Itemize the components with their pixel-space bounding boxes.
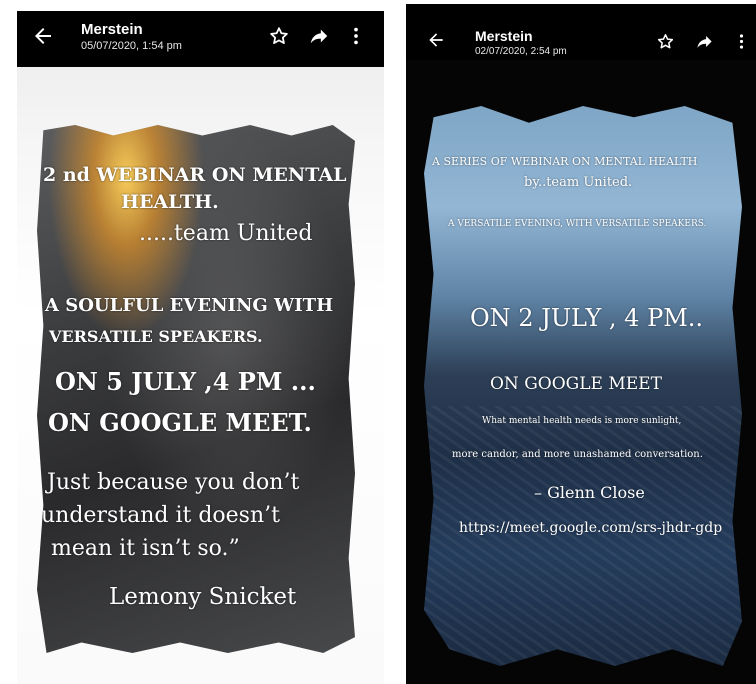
sender-name: Merstein — [81, 21, 143, 38]
poster-quote-line2: understand it doesn’t — [41, 503, 280, 528]
road-texture — [424, 406, 742, 666]
poster-link[interactable]: https://meet.google.com/srs-jhdr-gdp — [459, 520, 722, 536]
message-viewer-left: Merstein 05/07/2020, 1:54 pm 2 nd WEBINA… — [17, 11, 384, 684]
star-outline-icon[interactable] — [268, 25, 290, 47]
sender-name: Merstein — [475, 28, 533, 44]
poster-speakers: VERSATILE SPEAKERS. — [49, 327, 263, 346]
poster-quote-line1: Just because you don’t — [47, 470, 300, 495]
poster-title-line2: HEALTH. — [121, 191, 219, 213]
message-timestamp: 05/07/2020, 1:54 pm — [81, 40, 182, 52]
star-outline-icon[interactable] — [656, 32, 675, 51]
header-titles: Merstein 05/07/2020, 1:54 pm — [81, 21, 182, 53]
poster-date: ON 2 JULY , 4 PM.. — [470, 304, 704, 332]
arrow-back-icon[interactable] — [31, 24, 55, 48]
header-titles: Merstein 02/07/2020, 2:54 pm — [475, 27, 567, 59]
poster-author: Lemony Snicket — [109, 584, 297, 610]
more-vert-icon[interactable] — [732, 32, 751, 51]
poster-team: .....team United — [139, 221, 313, 246]
image-canvas[interactable]: 2 nd WEBINAR ON MENTAL HEALTH. .....team… — [17, 67, 384, 684]
poster-quote-line3: mean it isn’t so.” — [51, 536, 240, 561]
arrow-back-icon[interactable] — [426, 30, 446, 50]
share-arrow-icon[interactable] — [695, 32, 714, 51]
poster-evening: A VERSATILE EVENING, WITH VERSATILE SPEA… — [448, 219, 707, 229]
poster-series: A SERIES OF WEBINAR ON MENTAL HEALTH — [432, 155, 698, 168]
poster-team: by..team United. — [524, 175, 633, 190]
poster-date: ON 5 JULY ,4 PM ... — [55, 367, 316, 396]
more-vert-icon[interactable] — [345, 25, 367, 47]
poster-image: A SERIES OF WEBINAR ON MENTAL HEALTH by.… — [424, 106, 742, 666]
poster-platform: ON GOOGLE MEET. — [48, 408, 312, 437]
share-arrow-icon[interactable] — [308, 25, 330, 47]
poster-title-line1: 2 nd WEBINAR ON MENTAL — [43, 164, 347, 186]
poster-evening: A SOULFUL EVENING WITH — [45, 295, 334, 316]
message-viewer-right: Merstein 02/07/2020, 2:54 pm A SERIES OF… — [406, 4, 756, 684]
app-bar: Merstein 02/07/2020, 2:54 pm — [406, 4, 756, 60]
poster-quote-line1: What mental health needs is more sunligh… — [482, 416, 682, 426]
image-canvas[interactable]: A SERIES OF WEBINAR ON MENTAL HEALTH by.… — [406, 60, 756, 684]
poster-platform: ON GOOGLE MEET — [490, 374, 662, 394]
poster-image: 2 nd WEBINAR ON MENTAL HEALTH. .....team… — [37, 125, 355, 653]
app-bar: Merstein 05/07/2020, 1:54 pm — [17, 11, 384, 67]
message-timestamp: 02/07/2020, 2:54 pm — [475, 46, 567, 57]
poster-quote-line2: more candor, and more unashamed conversa… — [452, 449, 703, 460]
poster-author: – Glenn Close — [534, 483, 645, 502]
